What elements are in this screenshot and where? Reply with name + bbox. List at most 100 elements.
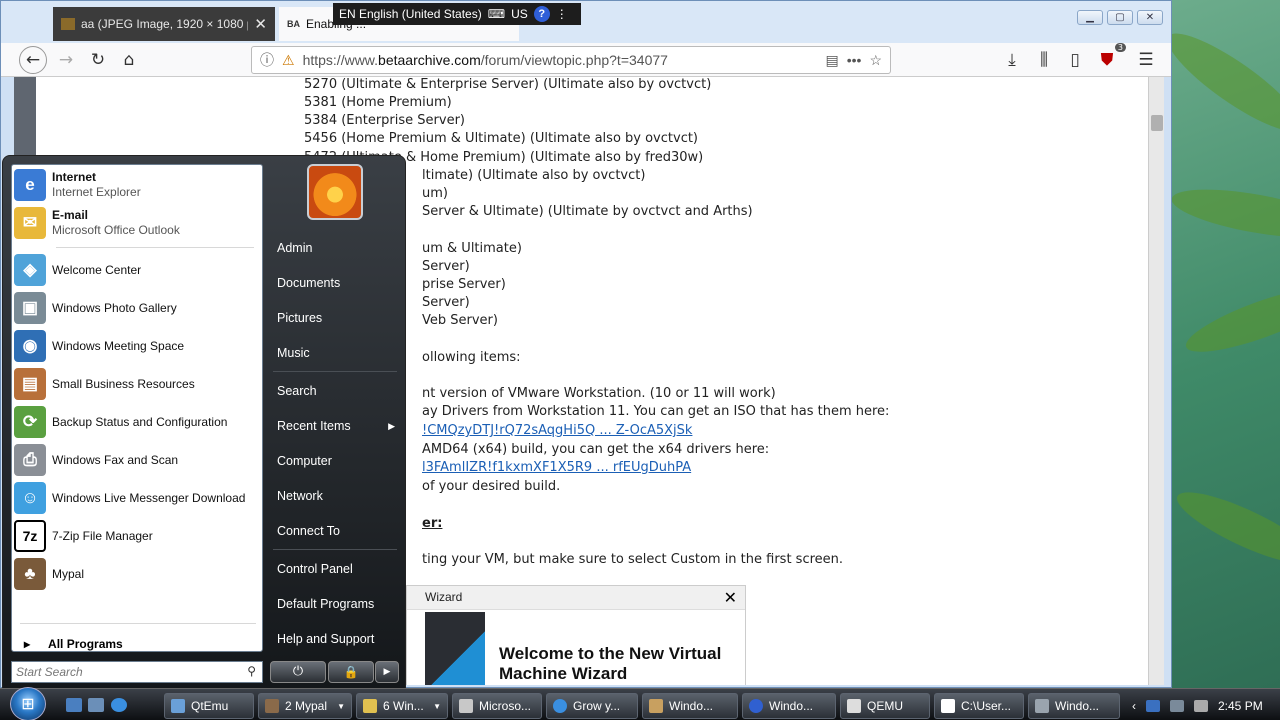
backup-status-item[interactable]: ⟳ Backup Status and Configuration xyxy=(14,406,260,438)
menu-icon[interactable]: ☰ xyxy=(1133,47,1159,73)
right-item-network[interactable]: Network xyxy=(277,482,403,510)
options-icon[interactable]: ⋮ xyxy=(556,7,568,21)
right-item-connect-to[interactable]: Connect To xyxy=(277,517,403,545)
close-tab-icon[interactable]: ✕ xyxy=(254,17,267,32)
all-programs-button[interactable]: ▸ All Programs xyxy=(14,633,260,655)
reader-view-icon[interactable]: ▤ xyxy=(825,52,838,69)
image-icon xyxy=(61,18,75,30)
right-item-control-panel[interactable]: Control Panel xyxy=(277,555,403,583)
live-messenger-item[interactable]: ☺ Windows Live Messenger Download xyxy=(14,482,260,514)
language-bar[interactable]: EN English (United States) ⌨ US ? ⋮ xyxy=(333,3,581,25)
task-grow[interactable]: Grow y... xyxy=(546,693,638,719)
item-label: Pictures xyxy=(277,311,323,325)
address-bar[interactable]: ⓘ ⚠ https://www.betaarchive.com/forum/vi… xyxy=(251,46,891,74)
small-business-item[interactable]: ▤ Small Business Resources xyxy=(14,368,260,400)
power-button[interactable]: ⏻ xyxy=(270,661,326,683)
volume-icon[interactable] xyxy=(1194,700,1208,712)
outlook-icon: ✉ xyxy=(14,207,46,239)
forward-button[interactable]: → xyxy=(53,47,79,73)
ublock-icon[interactable]: ⛊ 3 xyxy=(1094,43,1126,73)
right-item-search[interactable]: Search xyxy=(277,377,403,405)
sidebar-icon[interactable]: ▯ xyxy=(1062,47,1088,73)
wizard-screenshot: Wizard ✕ Welcome to the New Virtual Mach… xyxy=(406,585,746,685)
minimize-button[interactable]: ▁ xyxy=(1077,10,1103,25)
tab-bar: aa (JPEG Image, 1920 × 1080 pixels) ✕ BA… xyxy=(1,1,1171,43)
task-mypal[interactable]: 2 Mypal ▼ xyxy=(258,693,352,719)
shutdown-options-button[interactable]: ▶ xyxy=(375,661,399,683)
window-icon xyxy=(847,699,861,713)
task-microsoft[interactable]: Microso... xyxy=(452,693,542,719)
item-label: Computer xyxy=(277,454,332,468)
right-item-admin[interactable]: Admin xyxy=(277,234,403,262)
tab-jpeg-image[interactable]: aa (JPEG Image, 1920 × 1080 pixels) ✕ xyxy=(53,7,275,41)
start-button[interactable]: ⊞ xyxy=(10,687,46,720)
pinned-internet[interactable]: e Internet Internet Explorer xyxy=(14,169,260,201)
bookmark-star-icon[interactable]: ☆ xyxy=(869,52,882,69)
fax-scan-item[interactable]: ⎙ Windows Fax and Scan xyxy=(14,444,260,476)
triangle-right-icon: ▸ xyxy=(24,637,31,651)
clock[interactable]: 2:45 PM xyxy=(1218,699,1263,713)
close-icon: ✕ xyxy=(723,588,737,607)
mega-link[interactable]: !CMQzyDTJ!rQ72sAqgHi5Q ... Z-OcA5XjSk xyxy=(422,423,692,438)
lock-button[interactable]: 🔒 xyxy=(328,661,374,683)
task-windows-explorer[interactable]: 6 Win... ▼ xyxy=(356,693,448,719)
text-line: ting your VM, but make sure to select Cu… xyxy=(422,552,844,567)
task-windows-1[interactable]: Windo... xyxy=(642,693,738,719)
right-item-music[interactable]: Music xyxy=(277,339,403,367)
task-qemu[interactable]: QEMU xyxy=(840,693,930,719)
library-icon[interactable]: ⫼ xyxy=(1031,47,1057,73)
home-button[interactable]: ⌂ xyxy=(116,47,142,73)
internet-explorer-icon[interactable] xyxy=(111,698,127,712)
switch-windows-icon[interactable] xyxy=(88,698,104,712)
text-line: 5384 (Enterprise Server) xyxy=(304,113,465,128)
right-item-help-support[interactable]: Help and Support xyxy=(277,625,403,653)
download-icon[interactable]: ⤓ xyxy=(999,47,1025,73)
page-actions-icon[interactable]: ••• xyxy=(847,52,862,68)
mypal-item[interactable]: ♣ Mypal xyxy=(14,558,260,590)
divider xyxy=(56,247,254,248)
welcome-center-item[interactable]: ◈ Welcome Center xyxy=(14,254,260,286)
item-sublabel: Microsoft Office Outlook xyxy=(52,223,180,237)
info-icon[interactable]: ⓘ xyxy=(260,50,274,70)
page-scrollbar[interactable] xyxy=(1148,77,1164,685)
task-windows-help[interactable]: Windo... xyxy=(742,693,836,719)
reload-button[interactable]: ↻ xyxy=(85,47,111,73)
monitor-icon[interactable] xyxy=(1170,700,1184,712)
task-windows-2[interactable]: Windo... xyxy=(1028,693,1120,719)
tray-expand-icon[interactable]: ‹ xyxy=(1132,699,1136,713)
task-7zip[interactable]: C:\User... xyxy=(934,693,1024,719)
show-desktop-icon[interactable] xyxy=(66,698,82,712)
start-search-input[interactable]: Start Search ⚲ xyxy=(11,661,263,683)
task-label: Microso... xyxy=(479,699,532,713)
close-window-button[interactable]: ✕ xyxy=(1137,10,1163,25)
user-picture-avatar[interactable] xyxy=(307,164,363,220)
help-icon[interactable]: ? xyxy=(533,6,550,22)
all-programs-label: All Programs xyxy=(48,637,123,651)
meeting-space-icon: ◉ xyxy=(14,330,46,362)
item-label: Mypal xyxy=(52,567,85,581)
maximize-button[interactable]: ▢ xyxy=(1107,10,1133,25)
right-item-default-programs[interactable]: Default Programs xyxy=(277,590,403,618)
back-button[interactable]: ← xyxy=(19,46,47,74)
right-item-pictures[interactable]: Pictures xyxy=(277,304,403,332)
seven-zip-item[interactable]: 7z 7-Zip File Manager xyxy=(14,520,260,552)
search-icon[interactable]: ⚲ xyxy=(247,664,256,678)
right-item-computer[interactable]: Computer xyxy=(277,447,403,475)
insecure-lock-icon[interactable]: ⚠ xyxy=(282,52,295,69)
task-qtemu[interactable]: QtEmu xyxy=(164,693,254,719)
item-label: Internet xyxy=(52,170,97,184)
seven-zip-icon: 7z xyxy=(14,520,46,552)
network-icon[interactable] xyxy=(1146,700,1160,712)
photo-gallery-item[interactable]: ▣ Windows Photo Gallery xyxy=(14,292,260,324)
scrollbar-thumb[interactable] xyxy=(1151,115,1163,131)
text-line: um) xyxy=(422,186,448,201)
right-item-documents[interactable]: Documents xyxy=(277,269,403,297)
pinned-email[interactable]: ✉ E-mail Microsoft Office Outlook xyxy=(14,207,260,239)
qtemu-icon xyxy=(171,699,185,713)
item-label: Windows Meeting Space xyxy=(52,339,185,353)
item-label: Welcome Center xyxy=(52,263,142,277)
text-line: 5381 (Home Premium) xyxy=(304,95,452,110)
meeting-space-item[interactable]: ◉ Windows Meeting Space xyxy=(14,330,260,362)
mega-link[interactable]: l3FAmlIZR!f1kxmXF1X5R9 ... rfEUgDuhPA xyxy=(422,460,691,475)
right-item-recent-items[interactable]: Recent Items ▶ xyxy=(277,412,403,440)
